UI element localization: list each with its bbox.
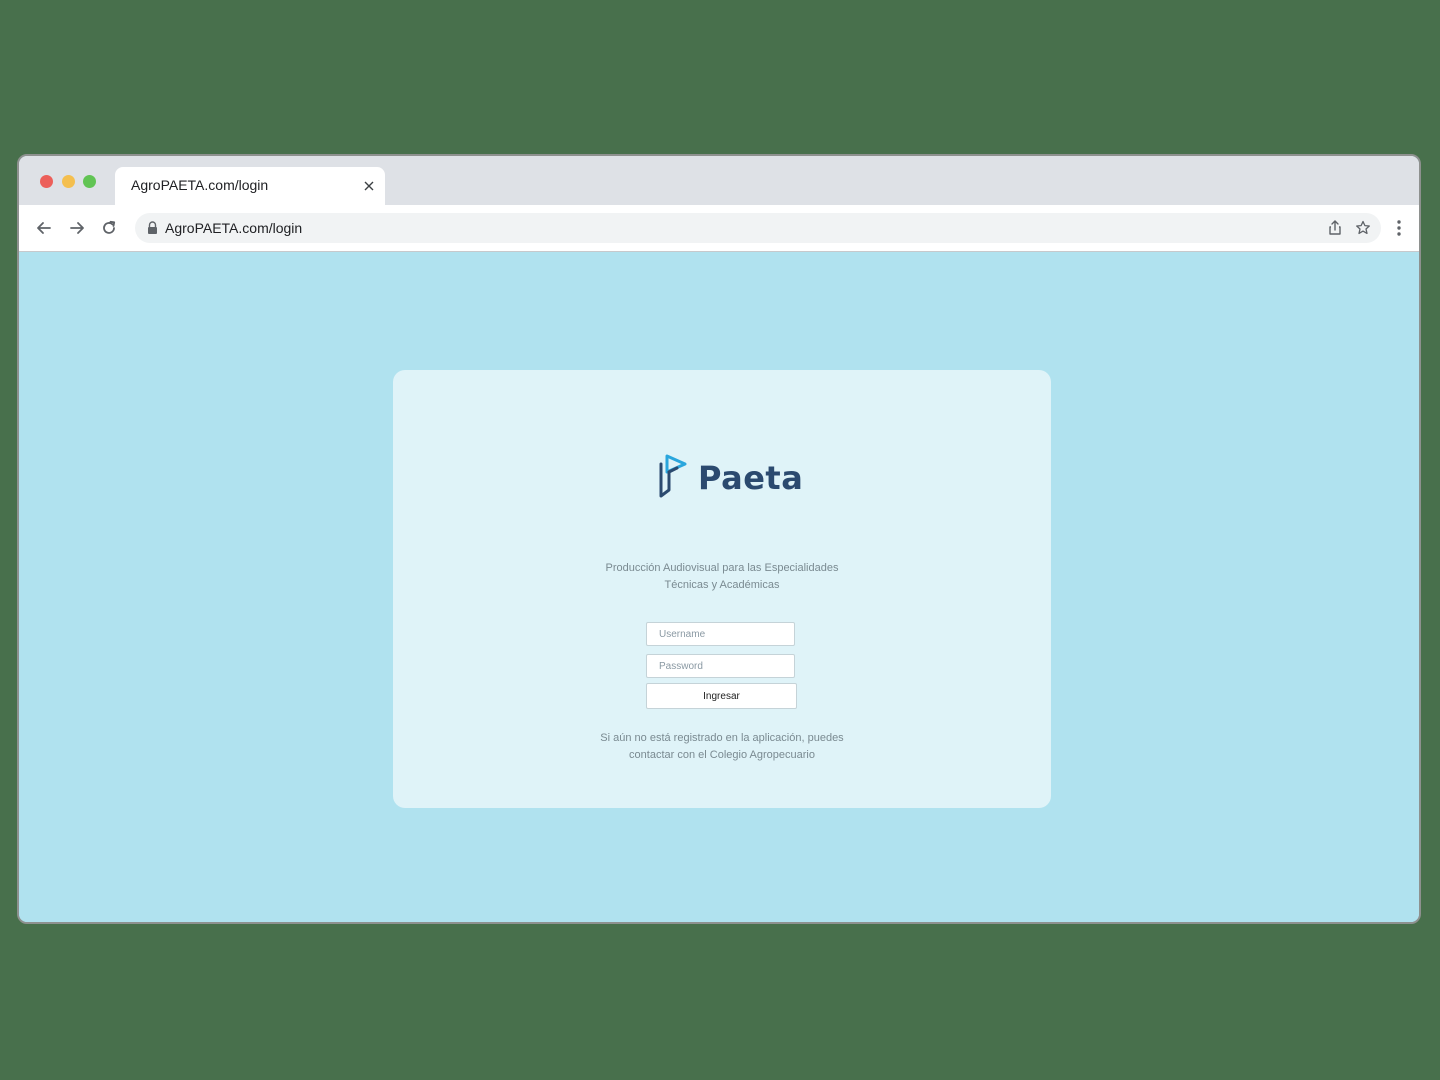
password-input[interactable] <box>646 654 795 678</box>
login-card: Paeta Producción Audiovisual para las Es… <box>393 370 1051 808</box>
login-submit-button[interactable]: Ingresar <box>646 683 797 709</box>
brand-logo: Paeta <box>657 450 803 502</box>
lock-icon <box>147 221 158 235</box>
browser-tab[interactable]: AgroPAETA.com/login <box>115 167 385 205</box>
address-bar[interactable]: AgroPAETA.com/login <box>135 213 1381 243</box>
tab-close-icon[interactable] <box>362 179 376 193</box>
tagline-line-2: Técnicas y Académicas <box>664 579 780 591</box>
kebab-menu-icon[interactable] <box>1389 218 1409 238</box>
close-window-icon[interactable] <box>40 175 53 188</box>
registration-note-line-1: Si aún no está registrado en la aplicaci… <box>600 732 844 744</box>
bookmark-star-icon[interactable] <box>1354 219 1372 237</box>
paeta-logo-icon <box>657 450 693 502</box>
tab-title: AgroPAETA.com/login <box>131 177 269 193</box>
tagline-line-1: Producción Audiovisual para las Especial… <box>605 562 839 574</box>
brand-name: Paeta <box>698 459 804 497</box>
forward-arrow-icon[interactable] <box>67 218 87 238</box>
maximize-window-icon[interactable] <box>83 175 96 188</box>
registration-note-line-2: contactar con el Colegio Agropecuario <box>629 749 815 761</box>
username-input[interactable] <box>646 622 795 646</box>
tagline: Producción Audiovisual para las Especial… <box>572 560 872 594</box>
page-content: Paeta Producción Audiovisual para las Es… <box>19 252 1419 922</box>
browser-toolbar: AgroPAETA.com/login <box>19 205 1419 252</box>
url-text[interactable]: AgroPAETA.com/login <box>165 220 302 236</box>
back-arrow-icon[interactable] <box>34 218 54 238</box>
minimize-window-icon[interactable] <box>62 175 75 188</box>
tab-strip: AgroPAETA.com/login <box>19 156 1419 205</box>
share-icon[interactable] <box>1326 219 1344 237</box>
registration-note: Si aún no está registrado en la aplicaci… <box>572 730 872 764</box>
reload-icon[interactable] <box>99 218 119 238</box>
browser-window: AgroPAETA.com/login AgroPAETA.com/login <box>17 154 1421 924</box>
